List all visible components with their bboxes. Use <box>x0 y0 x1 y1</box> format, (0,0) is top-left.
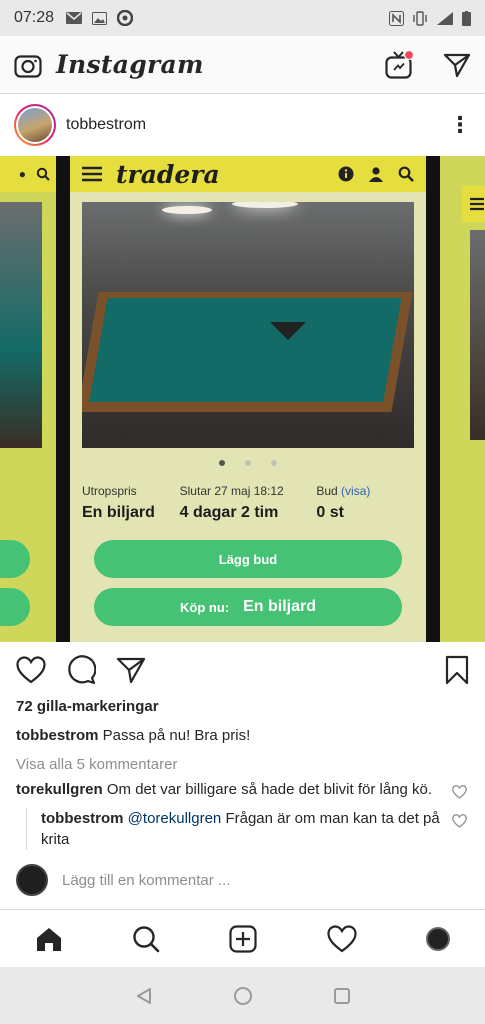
post-actions <box>0 642 485 698</box>
bid-count-value: 0 st <box>316 504 344 521</box>
recents-icon[interactable] <box>333 987 351 1005</box>
pagination-dot <box>271 460 277 466</box>
listing-info: Utropspris En biljard Slutar 27 maj 18:1… <box>70 484 426 522</box>
view-all-comments-link[interactable]: Visa alla 5 kommentarer <box>0 756 485 773</box>
bottom-nav <box>0 909 485 967</box>
direct-message-icon[interactable] <box>443 52 471 78</box>
comment-item: torekullgren Om det var billigare så had… <box>0 779 485 800</box>
reply-item: tobbestrom @torekullgren Frågan är om ma… <box>26 808 467 850</box>
comment-like-heart-icon[interactable] <box>452 785 467 799</box>
buy-now-label: Köp nu: <box>180 599 230 615</box>
battery-icon <box>462 10 471 26</box>
image-icon <box>92 11 108 25</box>
add-post-icon[interactable] <box>229 924 258 953</box>
post-header: tobbestrom ⋮ <box>0 94 485 156</box>
place-bid-button: Lägg bud <box>94 540 402 578</box>
carousel-next-frame <box>440 156 485 642</box>
bid-label: Bud <box>316 484 338 498</box>
bookmark-icon[interactable] <box>445 655 469 685</box>
app-header: Instagram <box>0 36 485 94</box>
like-heart-icon[interactable] <box>16 656 46 684</box>
caption-text: Passa på nu! Bra pris! <box>102 727 251 744</box>
igtv-icon[interactable] <box>385 49 413 80</box>
search-icon[interactable] <box>132 925 160 953</box>
add-comment-row[interactable]: Lägg till en kommentar ... <box>0 862 485 898</box>
home-circle-icon[interactable] <box>233 986 253 1006</box>
tradera-topbar: tradera <box>70 156 426 192</box>
user-icon <box>369 167 383 182</box>
image-pagination <box>70 460 426 466</box>
reply-mention[interactable]: @torekullgren <box>128 810 222 827</box>
start-price-value: En biljard <box>82 504 155 521</box>
carousel-divider <box>56 156 70 642</box>
tradera-logo: tradera <box>116 159 220 189</box>
nfc-icon <box>389 10 404 26</box>
app-logo: Instagram <box>56 50 204 79</box>
avatar-image <box>18 108 52 142</box>
post-caption: tobbestrom Passa på nu! Bra pris! <box>0 727 485 744</box>
search-icon <box>36 167 50 181</box>
pagination-dot <box>219 460 225 466</box>
carousel-divider <box>426 156 440 642</box>
system-nav-bar <box>0 967 485 1024</box>
likes-count[interactable]: 72 gilla-markeringar <box>0 698 485 715</box>
search-icon <box>398 166 414 182</box>
vibrate-icon <box>413 10 427 26</box>
buy-now-value: En biljard <box>243 598 316 615</box>
ends-date: 27 maj 18:12 <box>214 484 284 498</box>
reply-like-heart-icon[interactable] <box>452 814 467 828</box>
comment-icon[interactable] <box>66 655 96 685</box>
gmail-icon <box>66 12 83 24</box>
info-icon <box>338 166 354 182</box>
tradera-listing-frame: tradera Utropspris En biljard Slutar 27 … <box>70 156 426 642</box>
comment-text: Om det var billigare så hade det blivit … <box>106 781 433 798</box>
comment-username[interactable]: torekullgren <box>16 781 103 798</box>
more-options-icon[interactable]: ⋮ <box>449 114 471 136</box>
hamburger-menu-icon <box>470 197 484 211</box>
pagination-dot <box>245 460 251 466</box>
reply-username[interactable]: tobbestrom <box>41 810 124 827</box>
ends-label: Slutar <box>179 484 211 498</box>
add-comment-input[interactable]: Lägg till en kommentar ... <box>62 872 230 889</box>
carousel-prev-frame: ● <box>0 156 56 642</box>
post-media[interactable]: ● tradera Utropspris En biljard Slutar 2… <box>0 156 485 642</box>
hamburger-menu-icon <box>82 166 102 182</box>
time-remaining-value: 4 dagar 2 tim <box>179 504 279 521</box>
back-icon[interactable] <box>135 987 153 1005</box>
current-user-avatar <box>16 864 48 896</box>
pool-table-photo <box>82 202 414 448</box>
user-avatar[interactable] <box>14 104 56 146</box>
share-icon[interactable] <box>116 656 146 684</box>
status-bar: 07:28 <box>0 0 485 36</box>
activity-heart-icon[interactable] <box>327 924 357 953</box>
post-username[interactable]: tobbestrom <box>66 116 146 134</box>
notification-icons <box>66 10 134 26</box>
info-icon-partial: ● <box>18 167 26 181</box>
buy-now-button: Köp nu: En biljard <box>94 588 402 626</box>
home-icon[interactable] <box>35 926 63 952</box>
bid-show-link: (visa) <box>341 484 371 498</box>
profile-avatar[interactable] <box>426 926 451 951</box>
record-icon <box>117 10 134 26</box>
camera-icon[interactable] <box>14 52 42 78</box>
start-price-label: Utropspris <box>82 484 137 498</box>
signal-icon <box>437 11 453 25</box>
status-time: 07:28 <box>14 9 55 26</box>
caption-username[interactable]: tobbestrom <box>16 727 99 744</box>
